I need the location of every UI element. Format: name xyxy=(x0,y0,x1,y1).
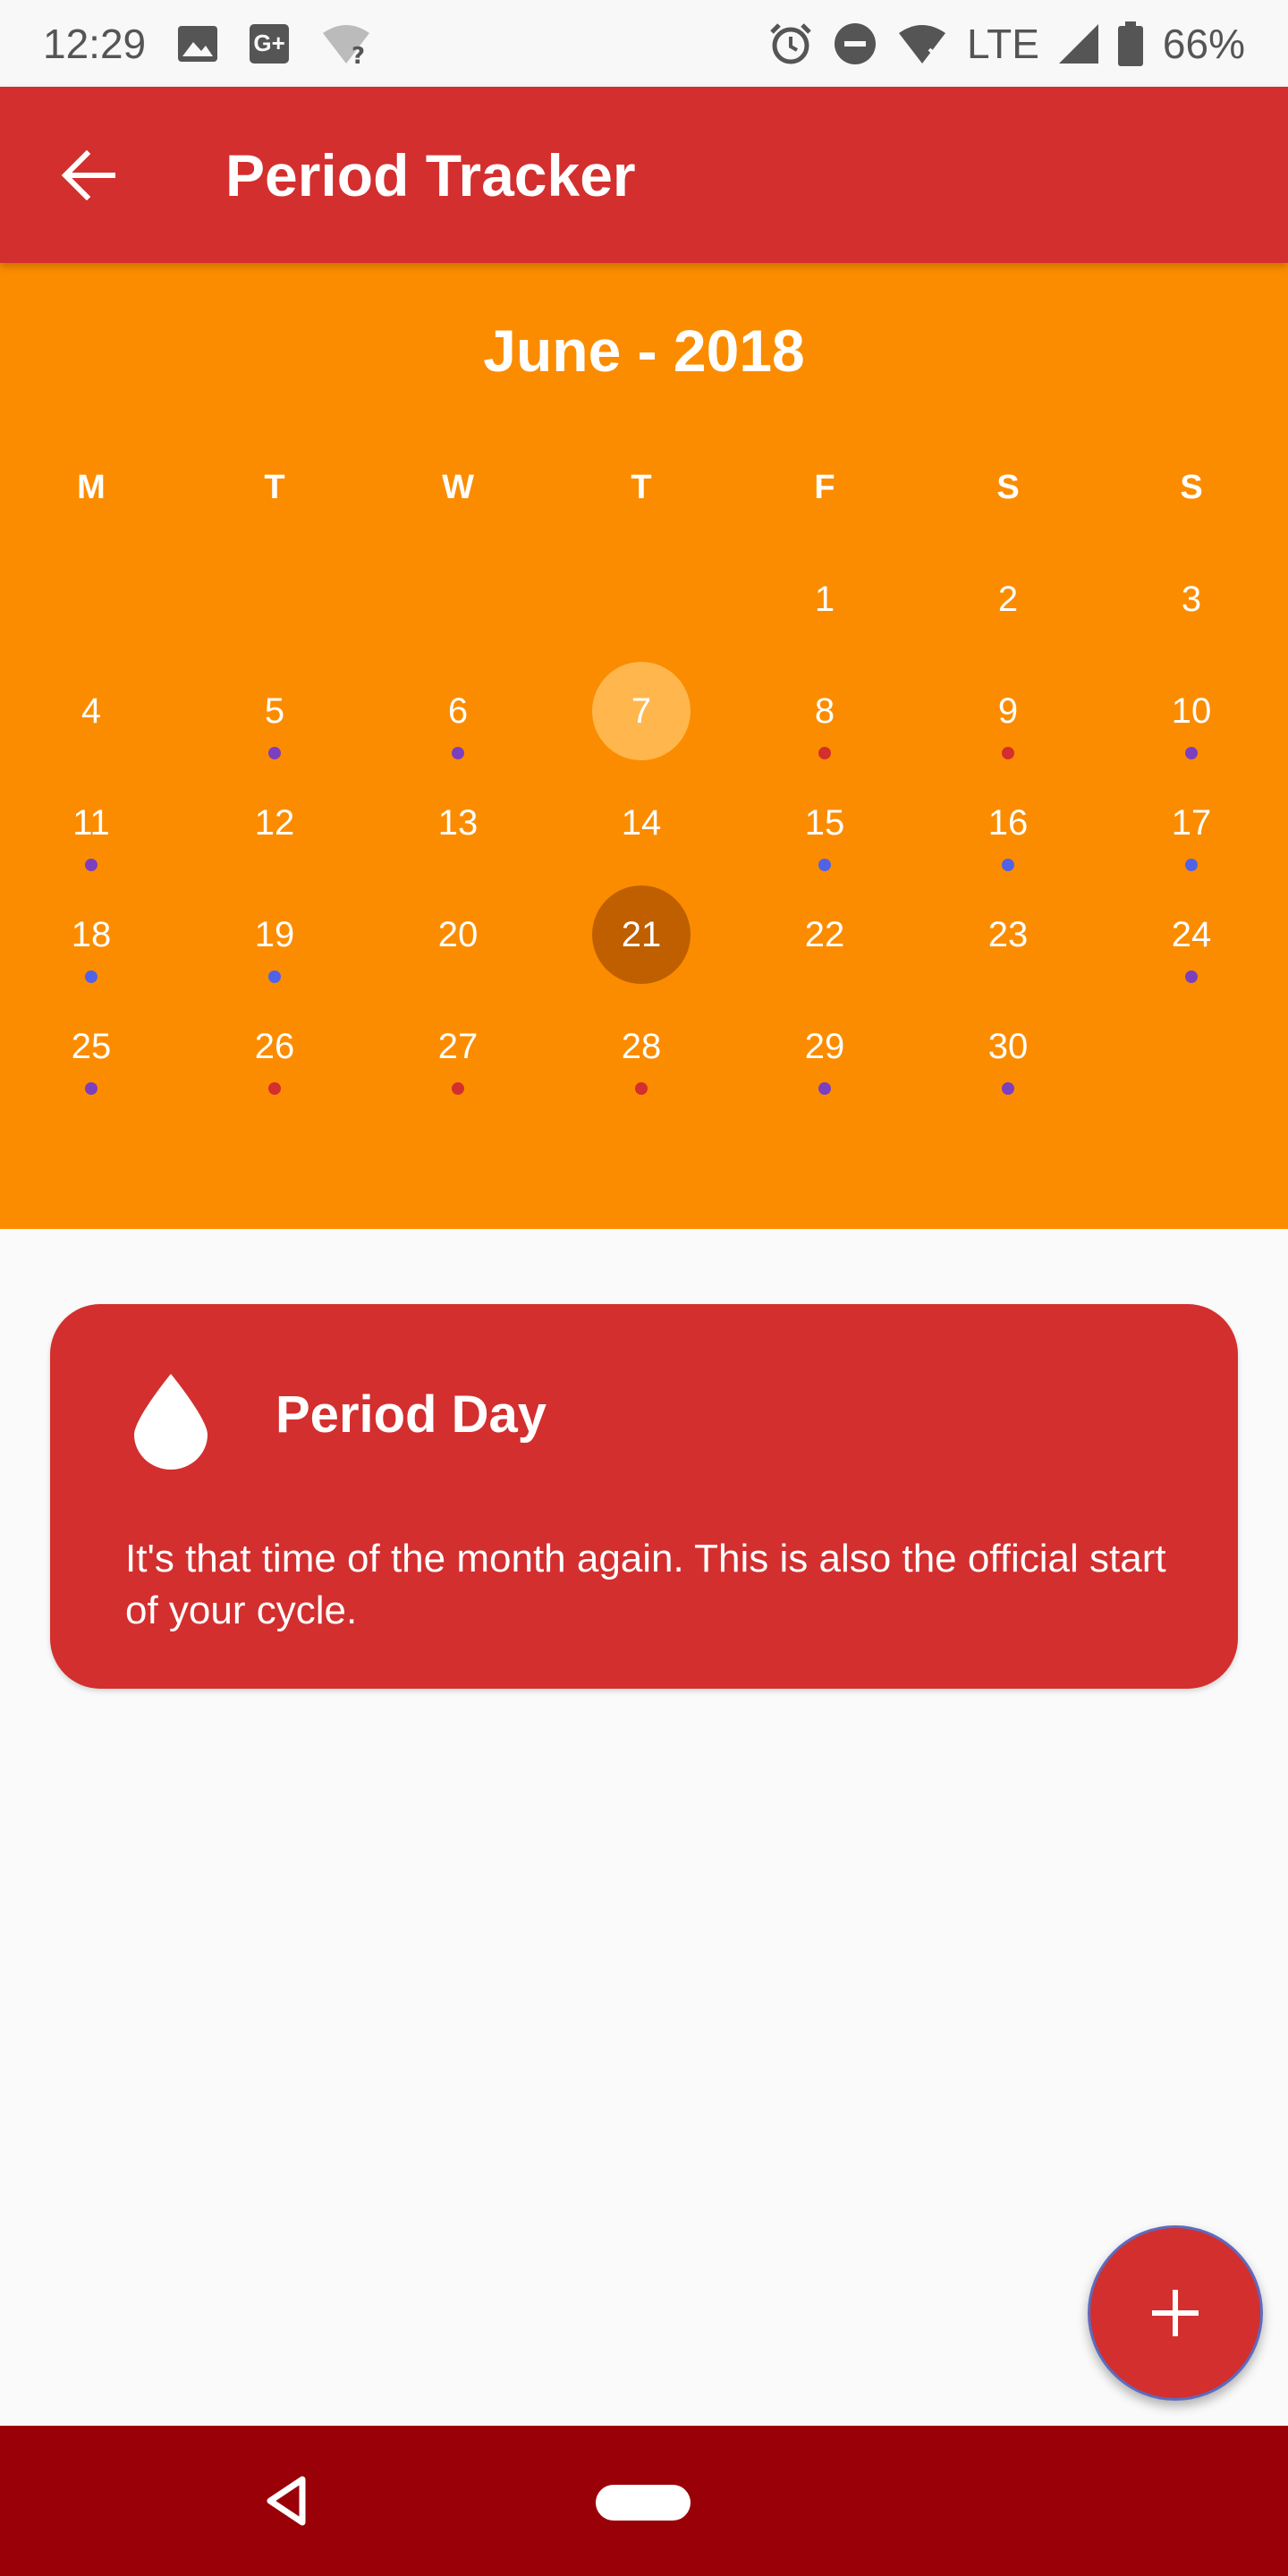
calendar-day-14[interactable]: 14 xyxy=(592,774,691,872)
calendar-day-30[interactable]: 30 xyxy=(959,997,1057,1096)
status-bar-left: 12:29 G+ ? xyxy=(43,20,371,68)
calendar-day-21[interactable]: 21 xyxy=(592,886,691,984)
weekday-label: M xyxy=(77,469,106,506)
calendar-day-2[interactable]: 2 xyxy=(959,550,1057,648)
weekday-header: M T W T F S S xyxy=(0,469,1288,522)
event-dot xyxy=(1185,747,1198,759)
alarm-icon xyxy=(768,21,813,66)
weekday-label: S xyxy=(1180,469,1203,506)
event-dot xyxy=(268,1082,281,1095)
weekday-label: S xyxy=(996,469,1020,506)
network-type: LTE xyxy=(966,20,1039,67)
calendar-day-16[interactable]: 16 xyxy=(959,774,1057,872)
weekday-label: F xyxy=(814,469,835,506)
calendar-day-27[interactable]: 27 xyxy=(409,997,507,1096)
calendar-day-18[interactable]: 18 xyxy=(42,886,140,984)
calendar-day-11[interactable]: 11 xyxy=(42,774,140,872)
signal-icon xyxy=(1058,23,1098,64)
event-dot xyxy=(1002,747,1014,759)
event-dot xyxy=(85,859,97,871)
calendar-day-17[interactable]: 17 xyxy=(1142,774,1241,872)
wifi-off-icon xyxy=(897,22,947,65)
event-dot xyxy=(1002,1082,1014,1095)
month-title: June - 2018 xyxy=(483,318,805,384)
battery-level: 66% xyxy=(1162,20,1245,67)
image-icon xyxy=(178,25,218,62)
event-dot xyxy=(818,747,831,759)
add-button[interactable] xyxy=(1088,2225,1263,2401)
calendar-day-15[interactable]: 15 xyxy=(775,774,874,872)
event-dot xyxy=(452,1082,464,1095)
calendar: June - 2018 M T W T F S S 1 2 3 4 5 6 7 8 9 10 11 1… xyxy=(0,263,1288,1229)
calendar-day-29[interactable]: 29 xyxy=(775,997,874,1096)
card-title: Period Day xyxy=(275,1385,547,1444)
calendar-day-1[interactable]: 1 xyxy=(775,550,874,648)
app-title: Period Tracker xyxy=(225,141,636,208)
calendar-day-6[interactable]: 6 xyxy=(409,662,507,760)
back-button[interactable] xyxy=(43,131,132,220)
event-dot xyxy=(268,970,281,983)
calendar-day-24[interactable]: 24 xyxy=(1142,886,1241,984)
event-dot xyxy=(818,1082,831,1095)
event-dot xyxy=(268,747,281,759)
calendar-day-25[interactable]: 25 xyxy=(42,997,140,1096)
nav-back-icon[interactable] xyxy=(259,2472,313,2529)
svg-text:?: ? xyxy=(352,43,365,65)
nav-home-button[interactable] xyxy=(596,2485,691,2521)
weekday-label: T xyxy=(631,469,652,506)
calendar-day-7[interactable]: 7 xyxy=(592,662,691,760)
calendar-day-3[interactable]: 3 xyxy=(1142,550,1241,648)
weekday-label: T xyxy=(264,469,285,506)
system-nav-bar xyxy=(0,2426,1288,2576)
wifi-question-icon: ? xyxy=(321,22,371,65)
status-bar: 12:29 G+ ? LTE 66% xyxy=(0,0,1288,87)
calendar-day-13[interactable]: 13 xyxy=(409,774,507,872)
card-description: It's that time of the month again. This … xyxy=(125,1537,1166,1632)
do-not-disturb-icon xyxy=(833,21,877,66)
calendar-day-26[interactable]: 26 xyxy=(225,997,324,1096)
plus-icon xyxy=(1152,2290,1199,2336)
drop-icon xyxy=(134,1374,208,1470)
calendar-day-10[interactable]: 10 xyxy=(1142,662,1241,760)
google-plus-icon: G+ xyxy=(250,23,290,64)
calendar-day-19[interactable]: 19 xyxy=(225,886,324,984)
event-dot xyxy=(85,970,97,983)
calendar-day-8[interactable]: 8 xyxy=(775,662,874,760)
battery-icon xyxy=(1117,21,1143,66)
event-dot xyxy=(1002,859,1014,871)
calendar-day-28[interactable]: 28 xyxy=(592,997,691,1096)
event-dot xyxy=(85,1082,97,1095)
event-dot xyxy=(1185,970,1198,983)
event-dot xyxy=(1185,859,1198,871)
calendar-day-12[interactable]: 12 xyxy=(225,774,324,872)
event-dot xyxy=(818,859,831,871)
calendar-day-9[interactable]: 9 xyxy=(959,662,1057,760)
calendar-day-22[interactable]: 22 xyxy=(775,886,874,984)
event-dot xyxy=(635,1082,648,1095)
clock: 12:29 xyxy=(43,20,147,67)
arrow-back-icon xyxy=(61,149,115,200)
weekday-label: W xyxy=(442,469,474,506)
app-bar: Period Tracker xyxy=(0,87,1288,263)
status-bar-right: LTE 66% xyxy=(768,20,1245,68)
calendar-day-5[interactable]: 5 xyxy=(225,662,324,760)
calendar-day-23[interactable]: 23 xyxy=(959,886,1057,984)
calendar-day-4[interactable]: 4 xyxy=(42,662,140,760)
period-day-card[interactable]: Period Day It's that time of the month a… xyxy=(50,1304,1238,1689)
calendar-day-20[interactable]: 20 xyxy=(409,886,507,984)
event-dot xyxy=(452,747,464,759)
